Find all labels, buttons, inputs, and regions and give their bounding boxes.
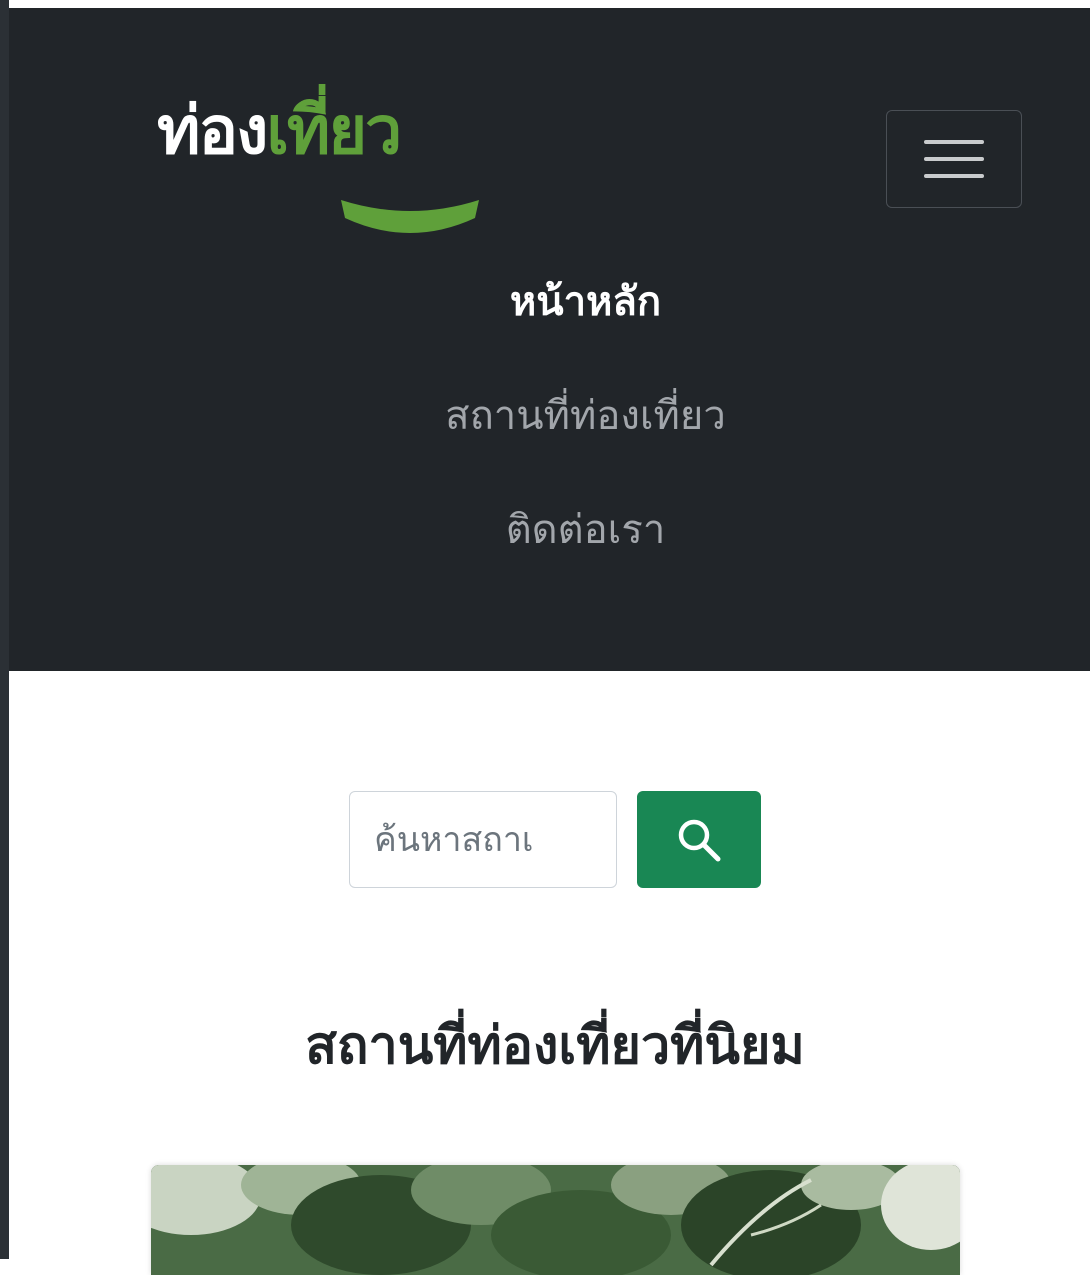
brand-smile-icon	[341, 200, 479, 233]
search-icon	[678, 819, 721, 861]
nav-link-contact[interactable]: ติดต่อเรา	[9, 501, 1090, 559]
navbar: ท่องเที่ยว หน้าหลัก สถานที่ท่องเที่ยว ติ…	[9, 8, 1090, 671]
search-input[interactable]	[349, 791, 617, 888]
nav-link-attractions[interactable]: สถานที่ท่องเที่ยว	[9, 387, 1090, 445]
hamburger-menu-icon-bar-bottom	[924, 174, 984, 178]
section-title-popular-places: สถานที่ท่องเที่ยวที่นิยม	[305, 1016, 805, 1076]
brand-part-1: ท่อง	[157, 92, 268, 169]
navbar-toggler-button[interactable]	[886, 110, 1022, 208]
brand-part-2: เที่ยว	[266, 92, 402, 169]
search-button[interactable]	[637, 791, 761, 888]
top-edge	[0, 0, 1090, 8]
nav-links: หน้าหลัก สถานที่ท่องเที่ยว ติดต่อเรา	[9, 273, 1090, 615]
brand-logo[interactable]: ท่องเที่ยว	[157, 88, 517, 248]
nav-link-home[interactable]: หน้าหลัก	[9, 273, 1090, 331]
hamburger-menu-icon-bar-top	[924, 140, 984, 144]
brand-text: ท่องเที่ยว	[157, 98, 402, 164]
hamburger-menu-icon-bar-middle	[924, 157, 984, 161]
